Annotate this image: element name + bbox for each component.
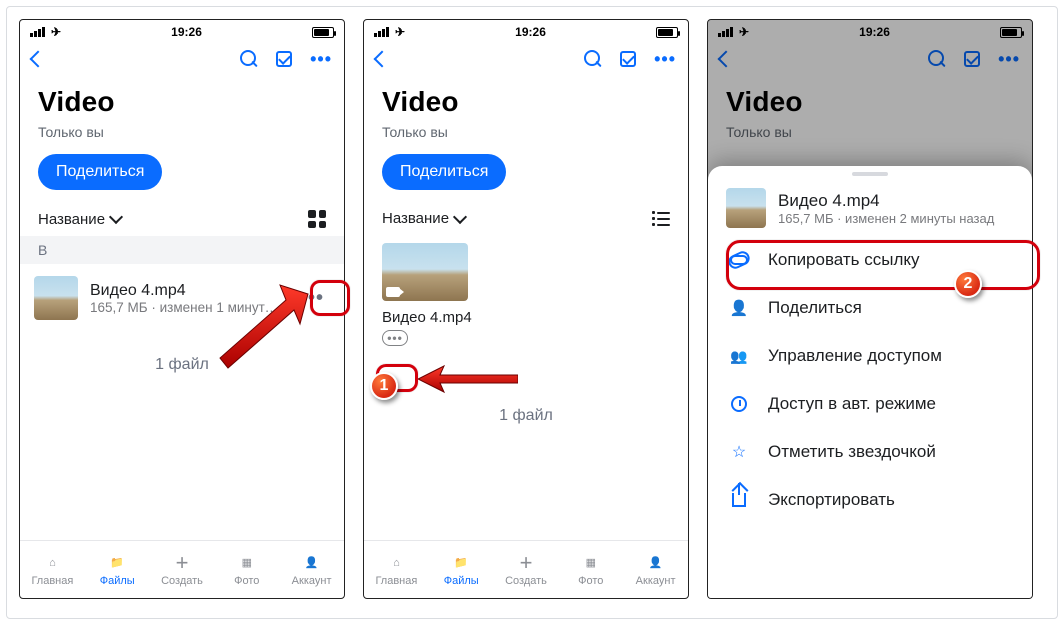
tab-bar: ⌂Главная 📁Файлы +Создать ▦Фото 👤Аккаунт (364, 540, 688, 598)
file-count: 1 файл (20, 356, 344, 374)
file-thumbnail-grid[interactable] (382, 243, 468, 301)
folder-subtitle: Только вы (382, 124, 670, 140)
tab-create[interactable]: +Создать (150, 541, 215, 598)
plus-icon: + (176, 553, 189, 573)
home-icon: ⌂ (393, 553, 400, 573)
video-badge-icon (386, 287, 400, 297)
folder-icon: 📁 (454, 553, 468, 573)
menu-share[interactable]: Поделиться (708, 284, 1032, 332)
photo-icon: ▦ (242, 553, 252, 573)
menu-star[interactable]: ☆Отметить звездочкой (708, 428, 1032, 476)
tab-files[interactable]: 📁Файлы (429, 541, 494, 598)
header-more-icon[interactable]: ••• (310, 54, 332, 64)
people-icon (728, 348, 750, 365)
status-time: 19:26 (515, 25, 546, 39)
sheet-file-name: Видео 4.mp4 (778, 191, 1014, 211)
sheet-grabber[interactable] (852, 172, 888, 176)
select-icon[interactable] (276, 51, 292, 67)
account-icon: 👤 (649, 553, 663, 573)
screenshot-panel-1: ✈ 19:26 ••• Video Только вы Поделиться Н… (19, 19, 345, 599)
battery-icon (312, 27, 334, 38)
status-time: 19:26 (171, 25, 202, 39)
file-more-button[interactable]: ••• (294, 285, 330, 312)
plus-icon: + (520, 553, 533, 573)
tab-photo[interactable]: ▦Фото (558, 541, 623, 598)
back-button[interactable] (32, 53, 44, 65)
tab-create[interactable]: +Создать (494, 541, 559, 598)
view-grid-toggle[interactable] (308, 210, 326, 228)
file-thumbnail (34, 276, 78, 320)
screenshot-panel-2: ✈ 19:26 ••• Video Только вы Поделиться Н… (363, 19, 689, 599)
status-bar: ✈ 19:26 (20, 20, 344, 44)
menu-copy-link[interactable]: Копировать ссылку (708, 236, 1032, 284)
link-icon (728, 255, 750, 265)
tab-photo[interactable]: ▦Фото (214, 541, 279, 598)
view-list-toggle[interactable] (652, 212, 670, 226)
file-name: Видео 4.mp4 (90, 282, 282, 300)
menu-export[interactable]: Экспортировать (708, 476, 1032, 524)
file-meta: 165,7 МБ · изменен 1 минута на.. (90, 300, 282, 315)
menu-manage-access[interactable]: Управление доступом (708, 332, 1032, 380)
search-icon[interactable] (240, 50, 258, 68)
folder-icon: 📁 (110, 553, 124, 573)
signal-icon (30, 27, 45, 37)
tab-account[interactable]: 👤Аккаунт (279, 541, 344, 598)
clock-icon (728, 396, 750, 412)
folder-title: Video (38, 86, 326, 118)
screenshot-panel-3: ✈ 19:26 ••• Video Только вы (707, 19, 1033, 599)
sort-dropdown[interactable]: Название (382, 210, 465, 227)
account-icon: 👤 (305, 553, 319, 573)
sort-label: Название (38, 211, 105, 228)
share-button[interactable]: Поделиться (382, 154, 506, 190)
sort-label: Название (382, 210, 449, 227)
sort-dropdown[interactable]: Название (38, 211, 121, 228)
chevron-down-icon (453, 209, 467, 223)
action-sheet: Видео 4.mp4 165,7 МБ · изменен 2 минуты … (708, 166, 1032, 598)
tab-files[interactable]: 📁Файлы (85, 541, 150, 598)
home-icon: ⌂ (49, 553, 56, 573)
airplane-mode-icon: ✈ (395, 25, 405, 39)
search-icon[interactable] (584, 50, 602, 68)
tab-bar: ⌂Главная 📁Файлы +Создать ▦Фото 👤Аккаунт (20, 540, 344, 598)
back-button[interactable] (376, 53, 388, 65)
section-header: В (20, 236, 344, 264)
chevron-down-icon (109, 210, 123, 224)
sheet-file-meta: 165,7 МБ · изменен 2 минуты назад (778, 211, 1014, 226)
menu-offline[interactable]: Доступ в авт. режиме (708, 380, 1032, 428)
export-icon (728, 493, 750, 507)
person-plus-icon (728, 299, 750, 317)
file-row[interactable]: Видео 4.mp4 165,7 МБ · изменен 1 минута … (20, 264, 344, 332)
file-count: 1 файл (364, 407, 688, 425)
tab-home[interactable]: ⌂Главная (364, 541, 429, 598)
share-button[interactable]: Поделиться (38, 154, 162, 190)
status-bar: ✈ 19:26 (364, 20, 688, 44)
folder-subtitle: Только вы (38, 124, 326, 140)
signal-icon (374, 27, 389, 37)
folder-title: Video (382, 86, 670, 118)
airplane-mode-icon: ✈ (51, 25, 61, 39)
select-icon[interactable] (620, 51, 636, 67)
battery-icon (656, 27, 678, 38)
sheet-thumbnail (726, 188, 766, 228)
tab-home[interactable]: ⌂Главная (20, 541, 85, 598)
photo-icon: ▦ (586, 553, 596, 573)
header-more-icon[interactable]: ••• (654, 54, 676, 64)
file-name: Видео 4.mp4 (382, 309, 670, 326)
tab-account[interactable]: 👤Аккаунт (623, 541, 688, 598)
file-more-button-grid[interactable]: ••• (382, 330, 408, 346)
star-icon: ☆ (728, 442, 750, 462)
